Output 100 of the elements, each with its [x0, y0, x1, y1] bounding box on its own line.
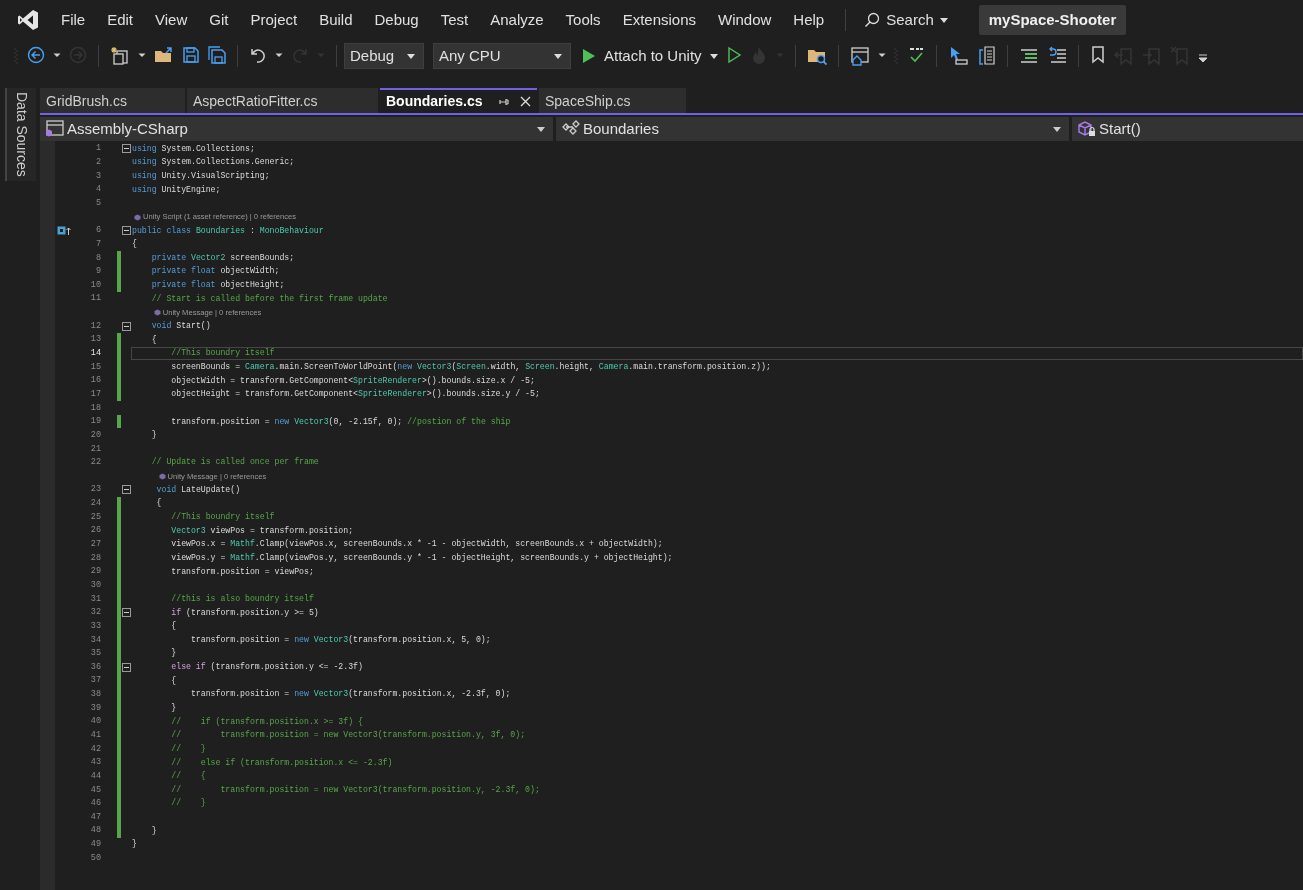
line-number: 45 [90, 784, 101, 795]
line-number: 21 [90, 443, 101, 454]
code-line: if (transform.position.y >= 5) [170, 608, 319, 617]
menu-item[interactable]: Git [198, 6, 240, 34]
line-number: 50 [90, 852, 101, 863]
app-logo-icon[interactable] [17, 9, 39, 31]
editor-tab[interactable]: GridBrush.cs [40, 88, 185, 113]
run-button[interactable]: Attach to Unity [580, 43, 720, 69]
menu-item[interactable]: Build [308, 6, 364, 34]
solution-name[interactable]: mySpace-Shooter [978, 5, 1127, 35]
code-line: // } [170, 744, 206, 754]
implements-icon[interactable] [57, 226, 71, 236]
line-number: 16 [90, 375, 101, 386]
navigation-dropdown[interactable]: Start() [1072, 117, 1303, 141]
code-line: viewPos.y = Mathf.Clamp(viewPos.y, screenBounds.y * -1 - objectHeight, screenBounds.y + objectHeight); [170, 553, 673, 563]
dropdown[interactable]: Debug [344, 43, 424, 69]
line-number: 24 [90, 498, 101, 509]
navigation-dropdown[interactable]: Assembly-CSharp [40, 117, 553, 141]
menu-item[interactable]: Help [782, 6, 836, 34]
collapse-icon[interactable] [122, 485, 131, 495]
new-item-icon[interactable] [110, 46, 130, 66]
search-icon [864, 12, 881, 28]
search-label: Search [886, 9, 934, 30]
line-number: 48 [90, 825, 101, 836]
code-line: screenBounds = Camera.main.ScreenToWorldPoint(new Vector3(Screen.width, Screen.height, Camera.main.transform.position.z)); [170, 362, 771, 372]
line-number: 11 [90, 293, 101, 304]
save-icon[interactable] [182, 46, 200, 66]
cube-icon [158, 472, 166, 480]
line-number: 30 [90, 579, 101, 590]
indent-icon[interactable] [1018, 46, 1039, 66]
code-line: // else if (transform.position.x <= -2.3f) [170, 758, 393, 767]
line-number: 4 [95, 184, 101, 195]
code-line: // transform.position = new Vector3(transform.position.y, -2.3f, 0); [170, 785, 540, 795]
line-number: 10 [90, 279, 101, 290]
project-icon [45, 120, 65, 138]
code-line: else if (transform.position.y <= -2.3f) [170, 663, 363, 672]
line-number: 27 [90, 539, 101, 549]
line-number: 12 [90, 320, 101, 331]
collapse-icon[interactable] [122, 226, 131, 236]
menu-item[interactable]: Edit [96, 6, 145, 34]
code-line: using Unity.VisualScripting; [132, 172, 270, 181]
side-panel-tab[interactable]: Data Sources [4, 88, 36, 181]
code-line: transform.position = new Vector3(0, -2.15f, 0); //postion of the ship [170, 417, 511, 426]
menu-item[interactable]: Analyze [479, 6, 555, 34]
code-line: //this is also boundry itself [170, 594, 314, 604]
code-line: objectWidth = transform.GetComponent<SpriteRenderer>().bounds.size.x / -5; [170, 376, 535, 385]
code-line: { [170, 622, 177, 631]
menu-item[interactable]: File [50, 6, 97, 34]
save-all-icon[interactable] [208, 46, 226, 66]
editor-tab[interactable]: AspectRatioFitter.cs [187, 88, 378, 113]
code-line: // Update is called once per frame [150, 458, 319, 467]
line-number: 38 [90, 689, 101, 700]
code-line: //This boundry itself [170, 513, 275, 522]
search-button[interactable]: Search [858, 6, 954, 34]
method-icon [1077, 120, 1097, 138]
code-line: // Start is called before the first frame update [150, 294, 388, 303]
code-line: { [170, 676, 177, 685]
code-line: private Vector2 screenBounds; [150, 253, 295, 263]
line-number: 28 [90, 552, 101, 563]
menu-item[interactable]: Project [239, 6, 309, 34]
undo-icon[interactable] [249, 46, 267, 66]
navigation-dropdown[interactable]: Boundaries [556, 117, 1069, 141]
line-number: 7 [95, 238, 101, 249]
editor-tab[interactable]: SpaceShip.cs [539, 88, 686, 113]
line-number: 25 [90, 511, 101, 522]
menu-item[interactable]: Window [707, 6, 783, 34]
collapse-icon[interactable] [122, 608, 131, 618]
dropdown[interactable]: Any CPU [433, 43, 571, 69]
line-number: 22 [90, 457, 101, 468]
collapse-icon[interactable] [122, 144, 131, 154]
bookmark-icon[interactable] [1089, 46, 1106, 66]
menu-item[interactable]: Test [429, 6, 480, 34]
line-number: 40 [90, 716, 101, 727]
caret-icon [554, 53, 562, 59]
line-number: 23 [90, 484, 101, 495]
collapse-icon[interactable] [122, 662, 131, 672]
line-number: 44 [90, 770, 101, 781]
menu-item[interactable]: Tools [554, 6, 612, 34]
code-line: using System.Collections; [132, 144, 255, 153]
collapse-icon[interactable] [122, 321, 131, 331]
code-line: Vector3 viewPos = transform.position; [170, 526, 354, 535]
menu-item[interactable]: Debug [363, 6, 430, 34]
code-line: } [150, 826, 157, 835]
line-number: 32 [90, 607, 101, 618]
line-number: 47 [90, 811, 101, 822]
line-number: 2 [95, 157, 101, 168]
line-number: 46 [90, 798, 101, 809]
line-number: 6 [95, 225, 101, 236]
back-icon[interactable] [27, 46, 45, 66]
line-number: 15 [90, 361, 101, 372]
line-number: 26 [90, 525, 101, 536]
code-line: //This boundry itself [170, 349, 275, 358]
window-home-icon[interactable] [849, 46, 870, 66]
code-line: { [150, 335, 157, 344]
close-icon[interactable] [520, 96, 531, 107]
menu-item[interactable]: View [144, 6, 199, 34]
menu-item[interactable]: Extensions [611, 6, 707, 34]
play-outline-icon[interactable] [725, 46, 742, 66]
line-number: 19 [90, 416, 101, 427]
code-line: using UnityEngine; [132, 185, 221, 194]
